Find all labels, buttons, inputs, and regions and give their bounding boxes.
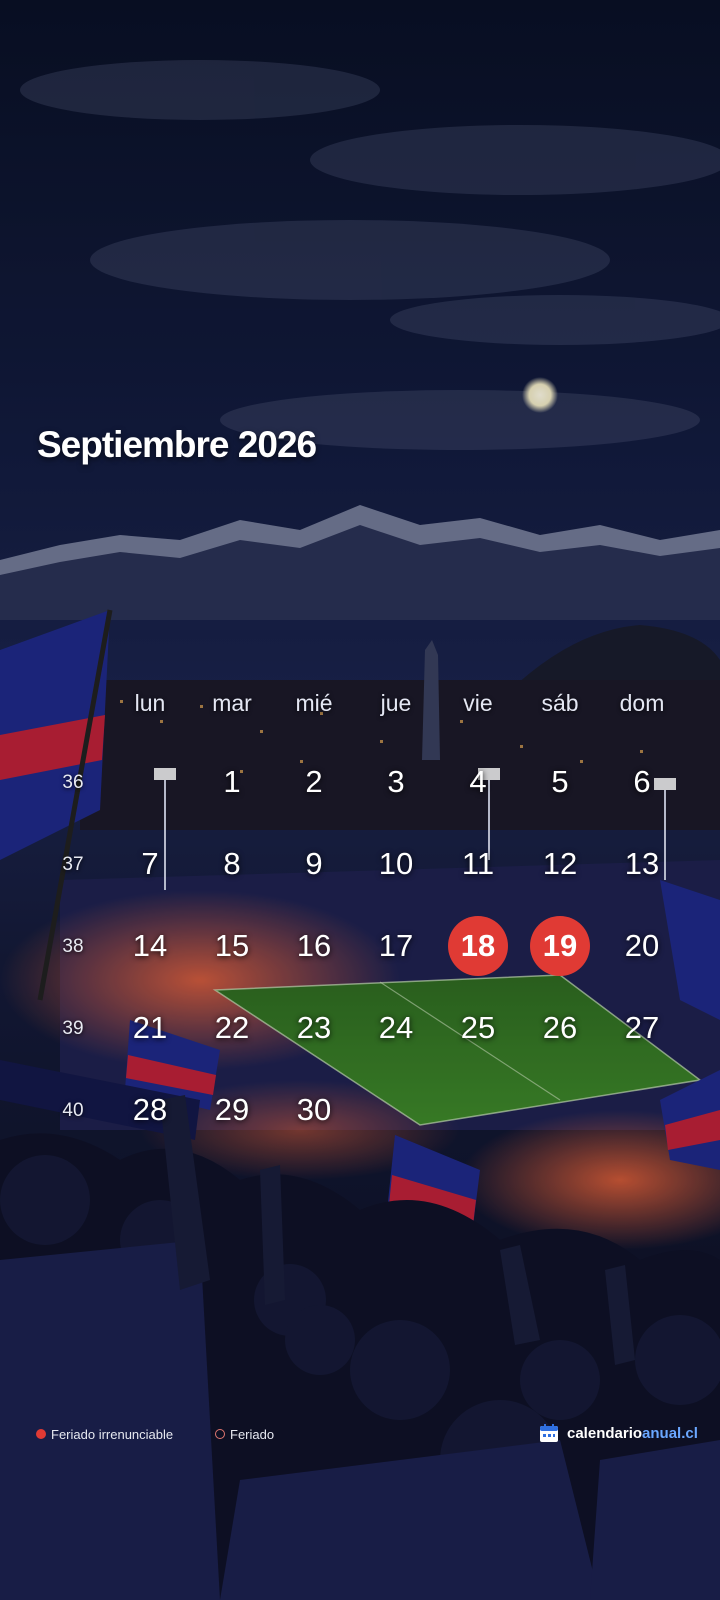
day-cell[interactable]: 13 (612, 834, 672, 894)
day-cell[interactable]: 17 (366, 916, 426, 976)
week-number: 39 (62, 1018, 84, 1039)
legend-irrenunciable-label: Feriado irrenunciable (51, 1426, 174, 1442)
day-cell[interactable]: 5 (530, 752, 590, 812)
weekday-label-lun: lun (134, 690, 166, 716)
day-cell[interactable]: 29 (202, 1080, 262, 1140)
weekday-label-sab: sáb (541, 690, 579, 716)
week-number: 36 (62, 772, 84, 793)
day-cell[interactable]: 8 (202, 834, 262, 894)
calendar-grid: lun mar mié jue vie sáb dom 36 37 38 39 … (0, 690, 720, 1130)
day-cell[interactable]: 27 (612, 998, 672, 1058)
day-cell[interactable]: 9 (284, 834, 344, 894)
day-cell[interactable]: 4 (448, 752, 508, 812)
day-cell[interactable]: 1 (202, 752, 262, 812)
legend-feriado-label: Feriado (230, 1426, 275, 1442)
day-cell[interactable]: 12 (530, 834, 590, 894)
weekday-label-mar: mar (212, 690, 252, 716)
weekday-label-jue: jue (380, 690, 412, 716)
ring-dot-icon (215, 1429, 225, 1439)
legend-feriado: Feriado (215, 1424, 274, 1444)
week-number: 40 (62, 1100, 84, 1121)
day-cell[interactable]: 2 (284, 752, 344, 812)
week-number: 37 (62, 854, 84, 875)
brand-name-part2: anual.cl (642, 1424, 698, 1442)
weekday-label-vie: vie (463, 690, 493, 716)
day-cell[interactable]: 24 (366, 998, 426, 1058)
day-cell[interactable]: 6 (612, 752, 672, 812)
day-cell-holiday-irrenunciable[interactable]: 18 (448, 916, 508, 976)
legend-irrenunciable: Feriado irrenunciable (36, 1424, 173, 1444)
day-cell[interactable]: 10 (366, 834, 426, 894)
day-cell[interactable]: 28 (120, 1080, 180, 1140)
day-cell[interactable]: 20 (612, 916, 672, 976)
red-dot-icon (36, 1429, 46, 1439)
day-cell[interactable]: 21 (120, 998, 180, 1058)
weekday-label-dom: dom (619, 690, 665, 716)
day-cell[interactable]: 16 (284, 916, 344, 976)
day-cell[interactable]: 23 (284, 998, 344, 1058)
weekday-label-mie: mié (295, 690, 333, 716)
day-cell[interactable]: 30 (284, 1080, 344, 1140)
day-cell[interactable]: 22 (202, 998, 262, 1058)
day-cell-holiday-irrenunciable[interactable]: 19 (530, 916, 590, 976)
day-cell[interactable]: 3 (366, 752, 426, 812)
calendar-logo-icon (540, 1424, 558, 1442)
week-number: 38 (62, 936, 84, 957)
day-cell[interactable]: 7 (120, 834, 180, 894)
day-cell[interactable]: 15 (202, 916, 262, 976)
day-cell[interactable]: 26 (530, 998, 590, 1058)
day-cell[interactable]: 11 (448, 834, 508, 894)
month-title: Septiembre 2026 (37, 424, 317, 465)
brand-name-part1: calendario (567, 1424, 643, 1442)
day-cell[interactable]: 25 (448, 998, 508, 1058)
day-cell[interactable]: 14 (120, 916, 180, 976)
brand-link[interactable]: calendario anual.cl (539, 1421, 698, 1445)
